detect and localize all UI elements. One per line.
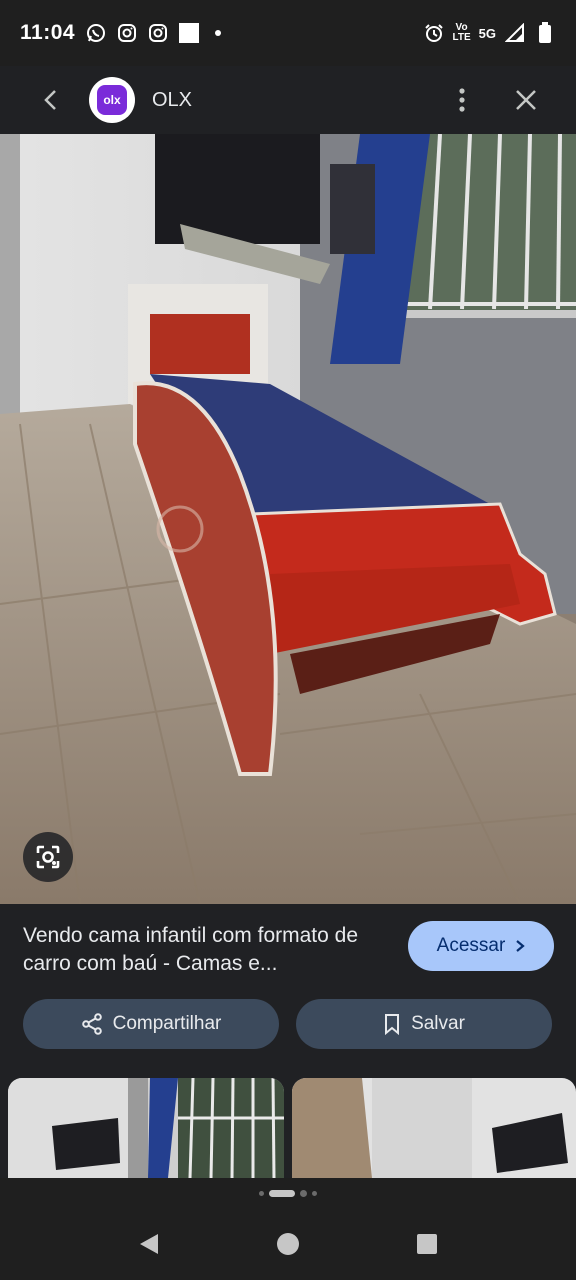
volte-indicator: Vo LTE [453, 23, 471, 43]
site-name: OLX [152, 88, 193, 111]
result-info-panel: Vendo cama infantil com formato de carro… [0, 904, 576, 1178]
chevron-right-icon [516, 940, 526, 952]
close-icon [516, 90, 536, 110]
share-button[interactable]: Compartilhar [23, 999, 279, 1049]
logo-text: olx [103, 93, 121, 107]
pager-dot [312, 1190, 317, 1196]
pager-dot-active [269, 1189, 295, 1197]
whatsapp-icon [85, 22, 107, 44]
bookmark-icon [385, 1014, 400, 1035]
visit-button[interactable]: Acessar [408, 921, 554, 971]
more-vert-icon [459, 88, 465, 112]
thumbnail-1[interactable] [8, 1078, 284, 1178]
instagram-icon [116, 22, 138, 44]
status-bar: 11:04 Vo LTE 5G [0, 0, 576, 66]
instagram-icon [147, 22, 169, 44]
battery-icon [534, 22, 556, 44]
thumbnail-2-image [292, 1078, 576, 1178]
main-photo[interactable] [0, 134, 576, 904]
chevron-left-icon [44, 90, 56, 110]
share-icon [81, 1013, 102, 1035]
lens-search-button[interactable] [23, 832, 73, 882]
pager-dot [259, 1190, 264, 1196]
network-type: 5G [478, 25, 496, 41]
triangle-back-icon [140, 1234, 159, 1254]
nav-home-button[interactable] [258, 1214, 318, 1274]
dot-icon [215, 30, 222, 36]
nav-recents-button[interactable] [397, 1214, 457, 1274]
pager-dot [300, 1189, 307, 1197]
system-icons: Vo LTE 5G [423, 22, 557, 44]
bed-photo [0, 134, 576, 904]
system-nav-bar [0, 1208, 576, 1280]
visit-label: Acessar [436, 935, 506, 956]
signal-icon [504, 22, 526, 44]
thumbnail-2[interactable] [292, 1078, 576, 1178]
viewer-header: olx OLX [0, 66, 576, 134]
status-time: 11:04 [20, 21, 76, 44]
thumbnail-1-image [8, 1078, 284, 1178]
back-button[interactable] [27, 76, 75, 124]
close-button[interactable] [504, 78, 548, 122]
related-thumbnails [0, 1078, 576, 1178]
lens-icon [36, 845, 60, 869]
share-label: Compartilhar [112, 1013, 222, 1034]
save-button[interactable]: Salvar [296, 999, 552, 1049]
volte-bottom-text: LTE [452, 32, 471, 43]
result-title[interactable]: Vendo cama infantil com formato de carro… [23, 922, 383, 978]
save-label: Salvar [411, 1013, 465, 1034]
circle-home-icon [276, 1233, 299, 1255]
olx-logo: olx [97, 85, 127, 115]
alarm-icon [423, 22, 445, 44]
square-notification-icon [178, 22, 200, 44]
square-recents-icon [416, 1234, 437, 1254]
image-pager [0, 1178, 576, 1208]
nav-back-button[interactable] [119, 1214, 179, 1274]
more-options-button[interactable] [440, 78, 484, 122]
site-logo: olx [89, 77, 135, 123]
notification-icons [85, 22, 222, 44]
